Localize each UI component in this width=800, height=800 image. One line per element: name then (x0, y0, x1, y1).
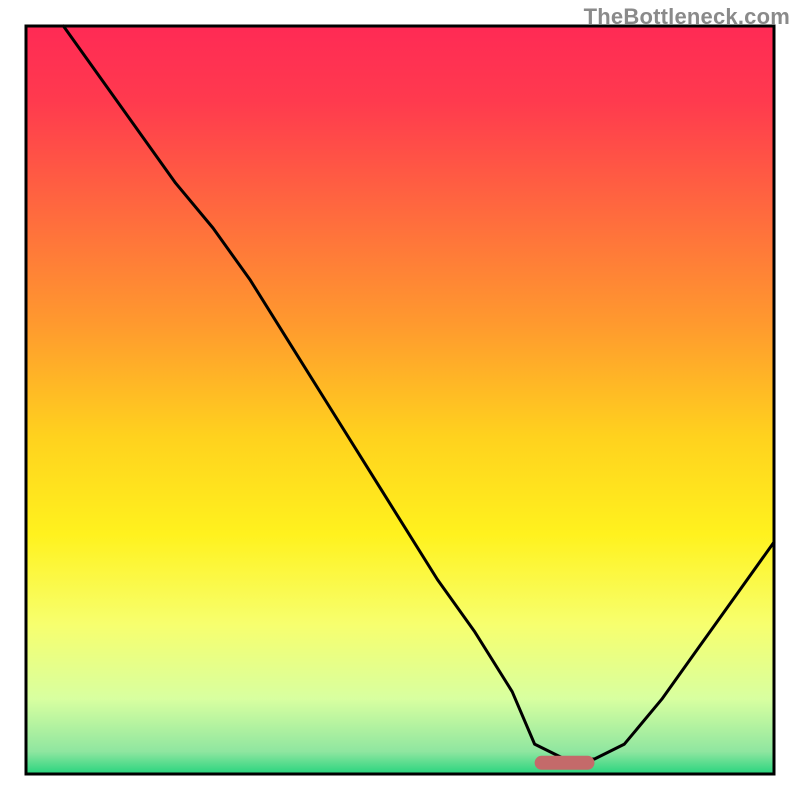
chart-svg (0, 0, 800, 800)
bottleneck-gradient-chart: TheBottleneck.com (0, 0, 800, 800)
gradient-plot-area (26, 26, 774, 774)
optimal-range-marker (535, 756, 595, 770)
attribution-watermark: TheBottleneck.com (584, 4, 790, 30)
